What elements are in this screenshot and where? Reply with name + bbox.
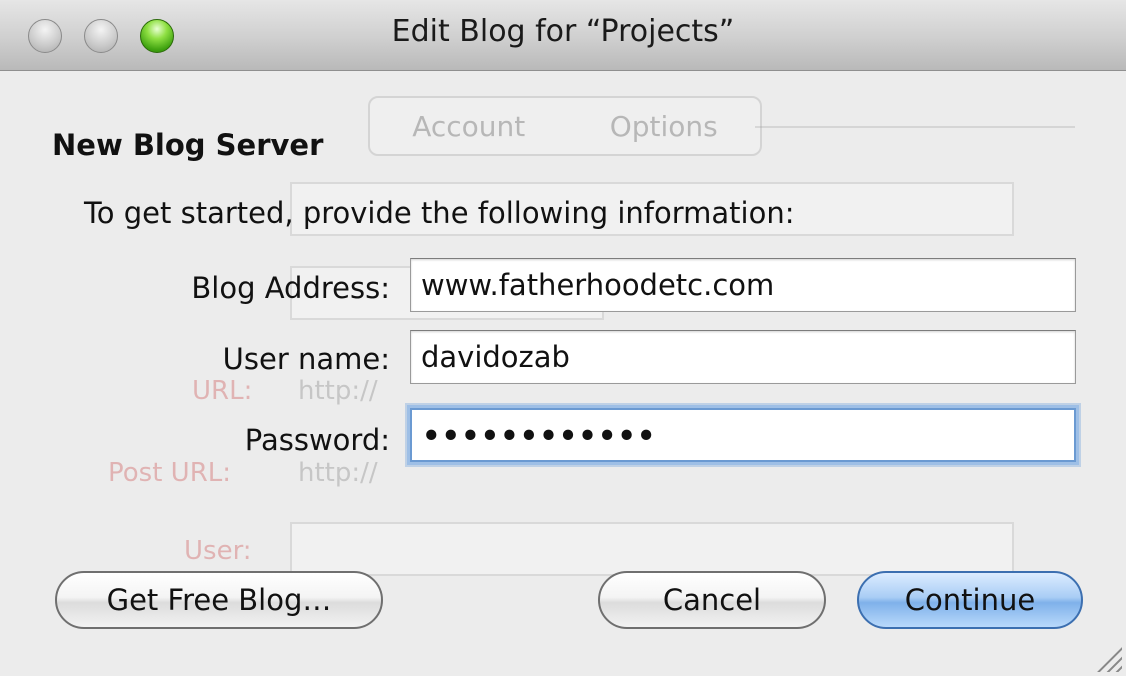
background-user-label: User: [184,536,252,566]
get-free-blog-button[interactable]: Get Free Blog… [55,571,383,629]
background-tab-bar: Account Options [368,96,762,156]
resize-grip-icon[interactable] [1094,644,1122,672]
password-label: Password: [244,423,390,457]
edit-blog-window: Edit Blog for “Projects” Account Options… [0,0,1126,676]
title-bar[interactable]: Edit Blog for “Projects” [0,0,1126,71]
background-user-field [290,522,1014,576]
user-name-label: User name: [222,342,390,376]
blog-address-label: Blog Address: [191,271,390,305]
window-title: Edit Blog for “Projects” [391,14,735,49]
background-post-url-label: Post URL: [108,458,232,488]
password-field[interactable]: •••••••••••• [410,408,1076,462]
background-divider [755,126,1075,128]
sheet-heading: New Blog Server [52,128,324,162]
sheet-intro-text: To get started, provide the following in… [84,196,795,230]
cancel-button[interactable]: Cancel [598,571,826,629]
continue-button[interactable]: Continue [857,571,1083,629]
background-tab-account: Account [412,109,526,143]
background-post-url-placeholder: http:// [298,458,378,488]
user-name-field[interactable]: davidozab [410,330,1076,384]
background-tab-options: Options [609,109,718,143]
background-url-placeholder: http:// [298,376,378,406]
blog-address-field[interactable]: www.fatherhoodetc.com [410,258,1076,312]
background-url-label: URL: [192,376,253,406]
